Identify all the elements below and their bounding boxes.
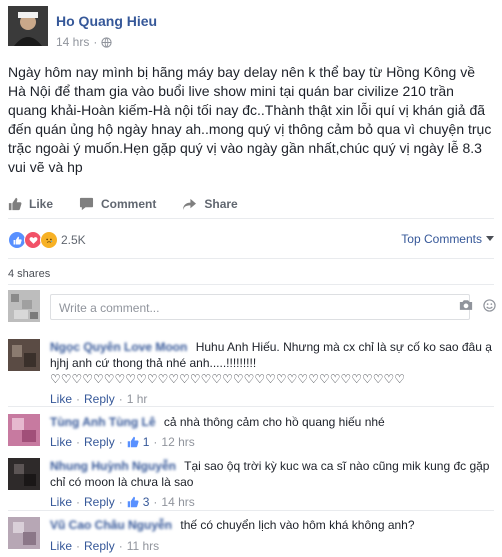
comment-reply-link[interactable]: Reply [84,435,115,449]
divider [8,406,494,407]
comment-actions: Like · Reply · 3 · 14 hrs [50,495,195,509]
commenter-name[interactable]: Vũ Cao Châu Nguyễn [50,518,172,532]
emoji-icon[interactable] [483,299,496,312]
like-button[interactable]: Like [8,197,53,211]
divider [8,284,494,285]
shares-count[interactable]: 4 shares [8,258,494,284]
comment-label: Comment [101,197,157,211]
comment-like-count[interactable]: 1 [143,435,150,449]
comment-actions: Like · Reply · 1 hr [50,392,148,406]
comment-time[interactable]: 1 hr [127,392,148,406]
post-body: Ngày hôm nay mình bị hãng máy bay delay … [8,64,492,175]
sort-label: Top Comments [401,232,482,246]
commenter-avatar[interactable] [8,517,40,549]
comment-like-link[interactable]: Like [50,435,72,449]
comment-reply-link[interactable]: Reply [84,495,115,509]
post-actions: Like Comment Share [8,190,494,219]
thumbs-up-icon [127,496,139,508]
post-meta: 14 hrs · [56,35,112,49]
comment-like-link[interactable]: Like [50,495,72,509]
like-label: Like [29,197,54,211]
divider [8,510,494,511]
thumbs-up-icon [8,197,22,211]
comment-like-link[interactable]: Like [50,392,72,406]
comment-text: cả nhà thông cảm cho hồ quang hiếu nhé [163,415,385,429]
commenter-name[interactable]: Tùng Anh Tùng Lê [50,415,156,429]
comment-button[interactable]: Comment [79,197,156,211]
comment-composer: Write a comment... [8,290,496,328]
commenter-avatar[interactable] [8,458,40,490]
author-name[interactable]: Ho Quang Hieu [56,13,157,29]
comment-placeholder: Write a comment... [59,301,160,315]
comment-actions: Like · Reply · 1 · 12 hrs [50,435,195,449]
author-avatar[interactable] [8,6,48,46]
comment-time[interactable]: 11 hrs [127,539,159,553]
comment-actions: Like · Reply · 11 hrs [50,539,160,553]
comment-icon [79,197,94,211]
reactions-summary[interactable]: 2.5K [8,231,86,249]
comment-time[interactable]: 12 hrs [161,435,194,449]
globe-icon [101,36,112,48]
thumbs-up-icon [127,436,139,448]
comment-time[interactable]: 14 hrs [161,495,194,509]
facebook-post: Ho Quang Hieu 14 hrs · Ngày hôm nay mình… [0,0,502,557]
share-icon [183,198,197,210]
comment-reply-link[interactable]: Reply [84,392,115,406]
camera-icon[interactable] [459,299,473,311]
share-button[interactable]: Share [182,197,238,211]
comment-reply-link[interactable]: Reply [84,539,115,553]
reaction-count: 2.5K [61,233,86,247]
sort-comments-dropdown[interactable]: Top Comments [401,232,494,246]
comment-like-count[interactable]: 3 [143,495,150,509]
commenter-name[interactable]: Ngọc Quyên Love Moon [50,340,187,354]
caret-down-icon [486,236,494,241]
commenter-name[interactable]: Nhung Huỳnh Nguyễn [50,459,176,473]
comment-input[interactable]: Write a comment... [50,294,470,320]
commenter-avatar[interactable] [8,414,40,446]
comment-like-link[interactable]: Like [50,539,72,553]
share-label: Share [204,197,238,211]
comment-text: thế có chuyển lịch vào hôm khá không anh… [180,518,415,532]
current-user-avatar [8,290,40,322]
post-time[interactable]: 14 hrs [56,35,89,49]
sad-reaction-icon [40,231,58,249]
commenter-avatar[interactable] [8,339,40,371]
